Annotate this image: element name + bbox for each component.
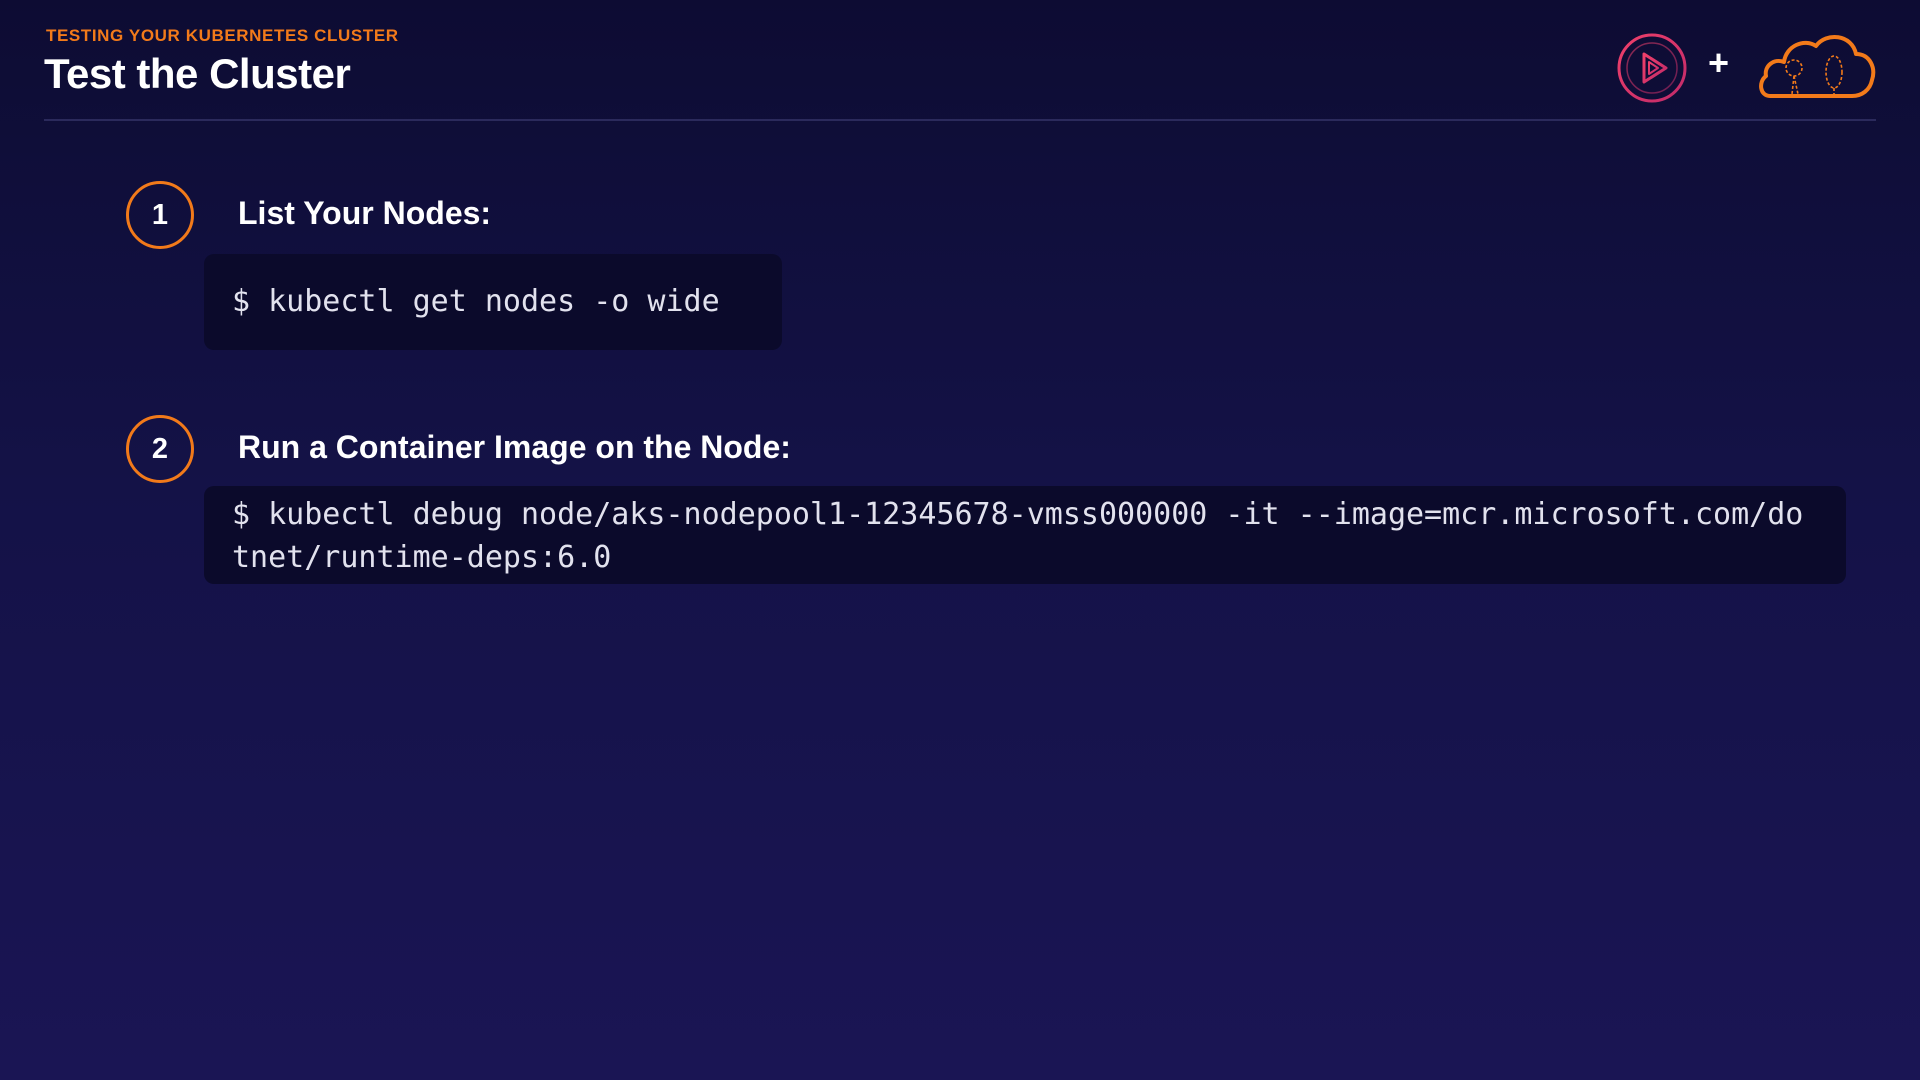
plus-sign: + [1708, 42, 1730, 83]
play-circle-icon [1617, 33, 1687, 103]
code-block-list-nodes: $ kubectl get nodes -o wide [204, 254, 782, 350]
code-block-run-container: $ kubectl debug node/aks-nodepool1-12345… [204, 486, 1846, 584]
section-eyebrow: TESTING YOUR KUBERNETES CLUSTER [46, 26, 399, 45]
header-divider [44, 119, 1876, 121]
step-number-badge: 2 [126, 415, 194, 483]
step-title: List Your Nodes: [238, 195, 492, 231]
page-title: Test the Cluster [44, 50, 351, 97]
step-number-badge: 1 [126, 181, 194, 249]
cloud-icon [1759, 35, 1876, 98]
slide-header: TESTING YOUR KUBERNETES CLUSTER Test the… [44, 26, 1876, 121]
step-title: Run a Container Image on the Node: [238, 429, 791, 465]
brand-logos: + [1616, 28, 1876, 104]
